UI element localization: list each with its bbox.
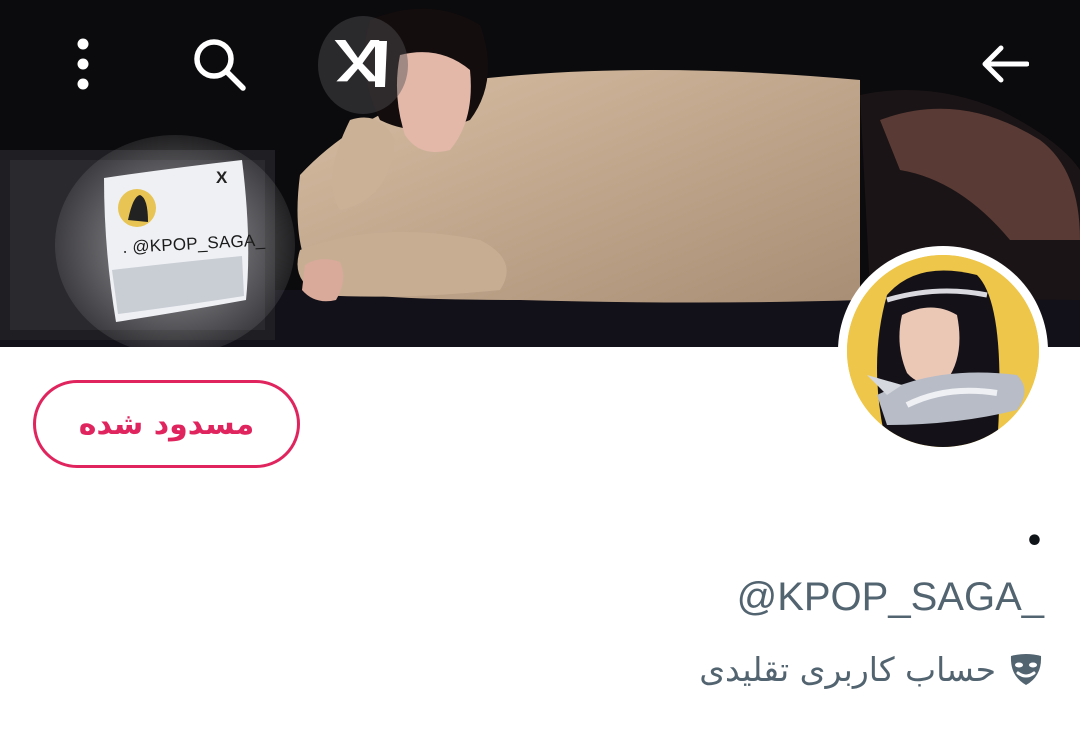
display-name: • <box>1024 524 1044 559</box>
profile-avatar[interactable] <box>838 246 1048 456</box>
more-vertical-icon <box>77 38 89 90</box>
tv-screen-x-logo: X <box>216 168 228 187</box>
x1-badge[interactable] <box>318 16 408 114</box>
back-button[interactable] <box>970 30 1038 98</box>
avatar-image <box>847 255 1039 447</box>
blocked-button-label: مسدود شده <box>78 406 255 442</box>
x1-logo-icon <box>334 40 387 87</box>
more-options-button[interactable] <box>50 30 116 98</box>
arrow-left-icon <box>982 45 1029 83</box>
theater-mask-icon <box>1008 652 1044 688</box>
profile-page: . @KPOP_SAGA_ X مسدود شده • @KPOP_SAGA_ … <box>0 0 1080 735</box>
profile-handle: @KPOP_SAGA_ <box>736 575 1044 619</box>
search-icon <box>194 39 246 91</box>
search-button[interactable] <box>184 30 254 98</box>
parody-account-text: حساب کاربری تقلیدی <box>699 650 996 689</box>
parody-account-label[interactable]: حساب کاربری تقلیدی <box>699 650 1044 689</box>
blocked-button[interactable]: مسدود شده <box>33 380 300 468</box>
